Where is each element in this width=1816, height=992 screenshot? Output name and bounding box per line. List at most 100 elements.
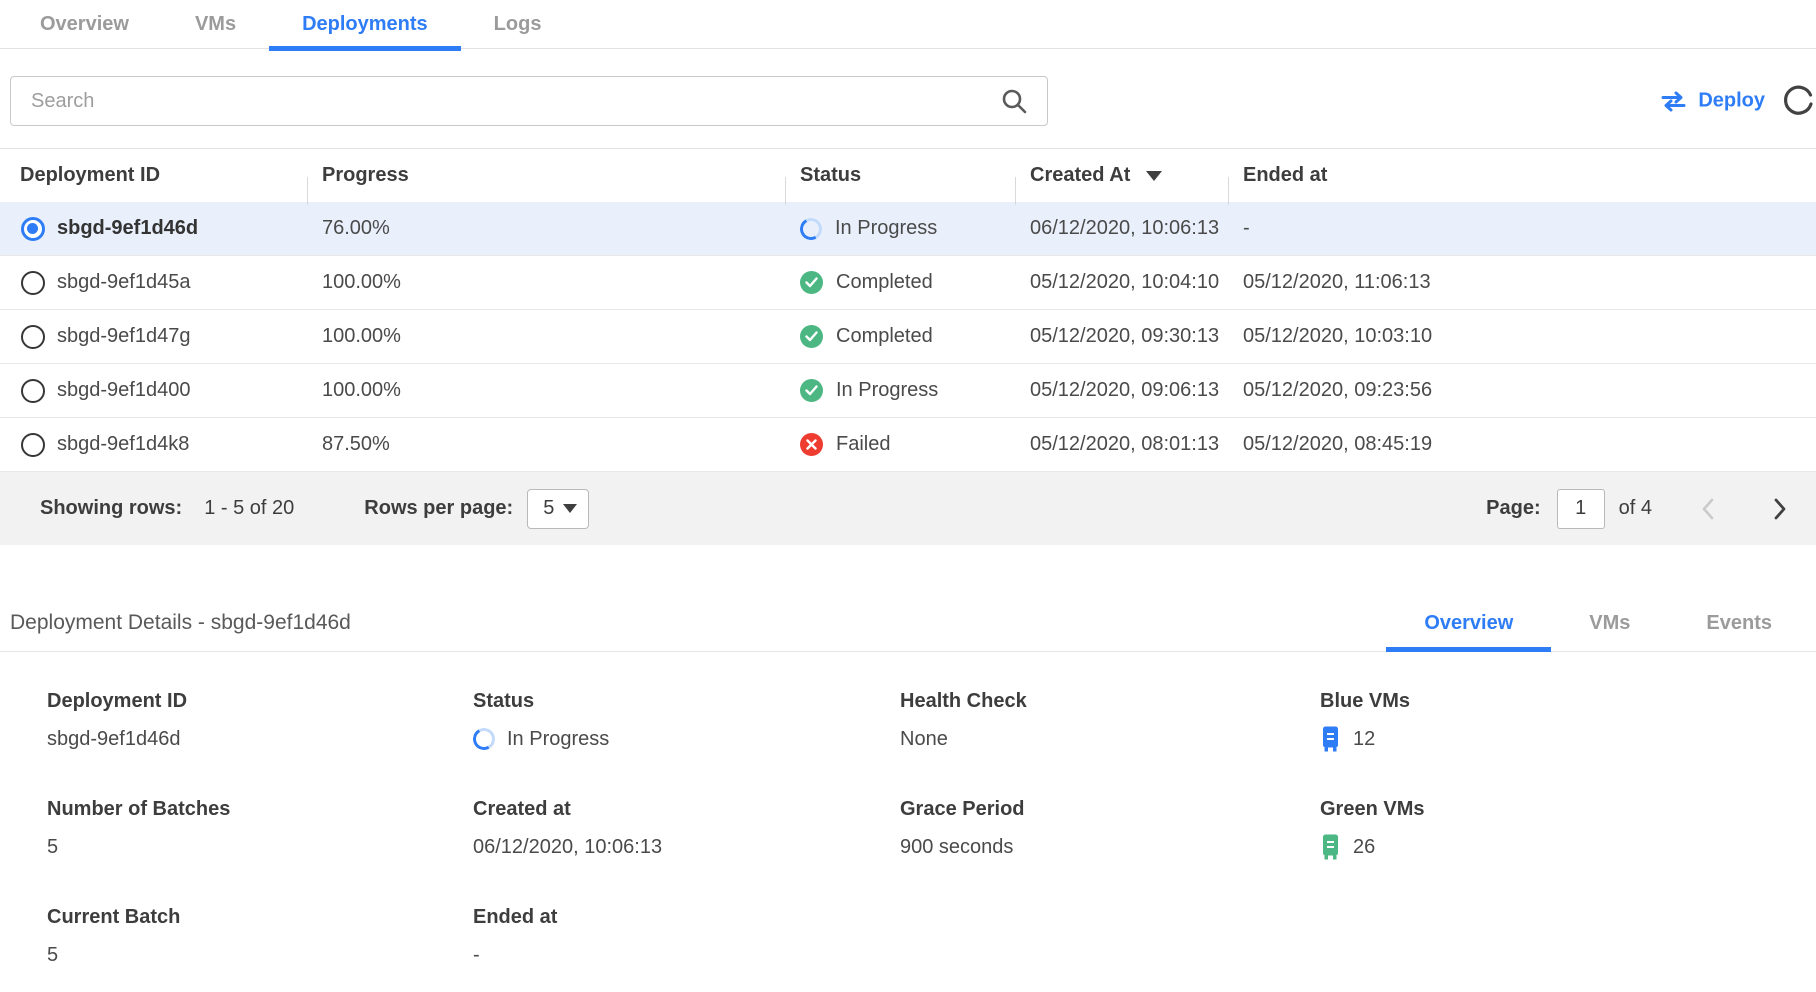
created-at-cell: 05/12/2020, 10:04:10	[1015, 271, 1228, 294]
details-field-label: Current Batch	[47, 906, 473, 929]
details-field-value: 26	[1320, 834, 1816, 860]
refresh-icon[interactable]	[1780, 79, 1816, 123]
column-header-created-at[interactable]: Created At	[1015, 164, 1228, 187]
chevron-left-icon	[1700, 496, 1716, 522]
details-tab-events[interactable]: Events	[1668, 612, 1810, 652]
details-field: Health CheckNone	[900, 690, 1320, 752]
row-radio[interactable]	[21, 217, 45, 241]
tab-logs[interactable]: Logs	[461, 13, 575, 51]
details-field-label: Blue VMs	[1320, 690, 1816, 713]
column-header-deployment-id[interactable]: Deployment ID	[0, 164, 307, 187]
table-row[interactable]: sbgd-9ef1d4k887.50%Failed05/12/2020, 08:…	[0, 418, 1816, 472]
status-cell: Completed	[785, 325, 1015, 348]
details-header: Deployment Details - sbgd-9ef1d46d Overv…	[0, 545, 1816, 652]
column-header-ended-at[interactable]: Ended at	[1228, 164, 1816, 187]
ended-at-cell: -	[1228, 217, 1816, 240]
details-field: Grace Period900 seconds	[900, 798, 1320, 860]
column-header-status[interactable]: Status	[785, 164, 1015, 187]
radio-dot	[27, 223, 38, 234]
table-row[interactable]: sbgd-9ef1d45a100.00%Completed05/12/2020,…	[0, 256, 1816, 310]
sort-desc-icon	[1146, 171, 1162, 181]
column-header-progress[interactable]: Progress	[307, 164, 785, 187]
details-tab-overview[interactable]: Overview	[1386, 612, 1551, 652]
details-field-label: Created at	[473, 798, 900, 821]
tab-deployments[interactable]: Deployments	[269, 13, 461, 51]
status-text: Failed	[836, 433, 890, 456]
deployments-page: Overview VMs Deployments Logs Deploy	[0, 0, 1816, 992]
deployment-id-cell: sbgd-9ef1d45a	[57, 271, 307, 294]
details-field: Current Batch 5	[47, 906, 473, 968]
table-header-row: Deployment ID Progress Status Created At…	[0, 148, 1816, 202]
row-radio[interactable]	[21, 379, 45, 403]
table-footer: Showing rows: 1 - 5 of 20 Rows per page:…	[0, 472, 1816, 545]
table-body: sbgd-9ef1d46d76.00%In Progress06/12/2020…	[0, 202, 1816, 472]
deployment-id-cell: sbgd-9ef1d47g	[57, 325, 307, 348]
status-cell: In Progress	[785, 217, 1015, 240]
details-field-value: sbgd-9ef1d46d	[47, 726, 473, 752]
created-at-cell: 05/12/2020, 09:30:13	[1015, 325, 1228, 348]
completed-check-icon	[800, 325, 823, 348]
page-number-input[interactable]	[1557, 489, 1605, 529]
details-field-value: 900 seconds	[900, 834, 1320, 860]
showing-rows-value: 1 - 5 of 20	[204, 497, 294, 520]
status-text: In Progress	[836, 379, 938, 402]
details-field: Number of Batches 5	[47, 798, 473, 860]
deployment-id-cell: sbgd-9ef1d400	[57, 379, 307, 402]
rows-per-page-select[interactable]: 5	[527, 489, 589, 529]
row-radio[interactable]	[21, 433, 45, 457]
table-row[interactable]: sbgd-9ef1d46d76.00%In Progress06/12/2020…	[0, 202, 1816, 256]
details-field-value: 5	[47, 942, 473, 968]
in-progress-spinner-icon	[471, 726, 498, 753]
details-field: Created at06/12/2020, 10:06:13	[473, 798, 900, 860]
tab-vms[interactable]: VMs	[162, 13, 269, 51]
search-input[interactable]	[10, 76, 1048, 126]
details-field-value: None	[900, 726, 1320, 752]
details-field: Deployment ID sbgd-9ef1d46d	[47, 690, 473, 752]
page-label: Page:	[1486, 497, 1540, 520]
details-title: Deployment Details - sbgd-9ef1d46d	[10, 611, 351, 635]
details-field: Green VMs26	[1320, 798, 1816, 860]
toolbar: Deploy	[10, 76, 1806, 126]
status-cell: In Progress	[785, 379, 1015, 402]
created-at-cell: 05/12/2020, 08:01:13	[1015, 433, 1228, 456]
completed-check-icon	[800, 379, 823, 402]
details-field: StatusIn Progress	[473, 690, 900, 752]
pagination: Page: of 4	[1486, 489, 1788, 529]
status-cell: Failed	[785, 433, 1015, 456]
previous-page-button[interactable]	[1700, 496, 1716, 522]
completed-check-icon	[800, 271, 823, 294]
in-progress-spinner-icon	[798, 215, 825, 242]
rows-per-page-value: 5	[543, 497, 554, 520]
next-page-button[interactable]	[1772, 496, 1788, 522]
details-tab-vms[interactable]: VMs	[1551, 612, 1668, 652]
deployments-table: Deployment ID Progress Status Created At…	[0, 148, 1816, 545]
progress-cell: 100.00%	[307, 271, 785, 294]
details-field-label: Deployment ID	[47, 690, 473, 713]
ended-at-cell: 05/12/2020, 09:23:56	[1228, 379, 1816, 402]
caret-down-icon	[563, 504, 577, 513]
created-at-cell: 05/12/2020, 09:06:13	[1015, 379, 1228, 402]
deployment-id-cell: sbgd-9ef1d46d	[57, 217, 307, 240]
details-tab-bar: Overview VMs Events	[1386, 612, 1810, 652]
tab-overview[interactable]: Overview	[7, 13, 162, 51]
deploy-swap-icon	[1660, 91, 1687, 111]
created-at-cell: 06/12/2020, 10:06:13	[1015, 217, 1228, 240]
server-icon-green	[1320, 834, 1341, 860]
page-total: of 4	[1619, 497, 1652, 520]
row-radio[interactable]	[21, 325, 45, 349]
details-field-label: Ended at	[473, 906, 900, 929]
row-radio[interactable]	[21, 271, 45, 295]
table-row[interactable]: sbgd-9ef1d400100.00%In Progress05/12/202…	[0, 364, 1816, 418]
search-box	[10, 76, 1048, 126]
chevron-right-icon	[1772, 496, 1788, 522]
ended-at-cell: 05/12/2020, 08:45:19	[1228, 433, 1816, 456]
table-row[interactable]: sbgd-9ef1d47g100.00%Completed05/12/2020,…	[0, 310, 1816, 364]
status-cell: Completed	[785, 271, 1015, 294]
details-field: Blue VMs 12	[1320, 690, 1816, 752]
details-field-label: Number of Batches	[47, 798, 473, 821]
details-field-value: 12	[1320, 726, 1816, 752]
deploy-button[interactable]: Deploy	[1660, 90, 1765, 113]
rows-per-page-label: Rows per page:	[364, 497, 513, 520]
details-field-value: 5	[47, 834, 473, 860]
progress-cell: 100.00%	[307, 325, 785, 348]
